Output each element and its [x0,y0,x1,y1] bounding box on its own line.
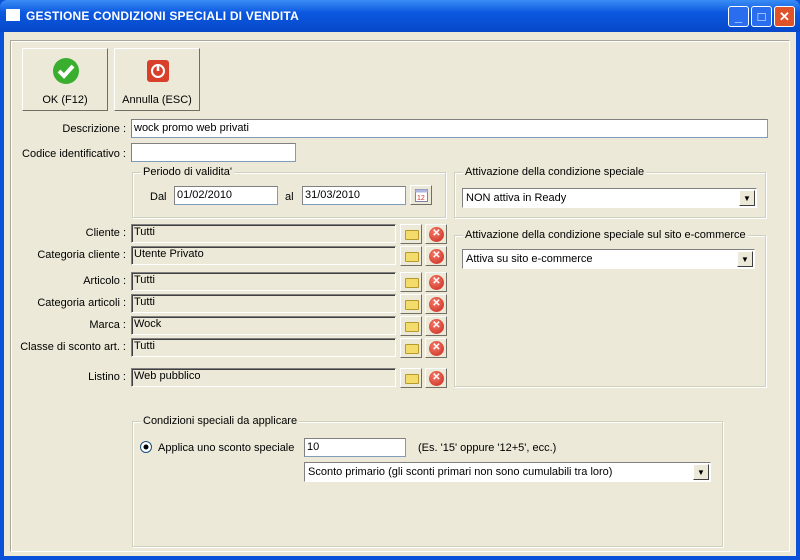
folder-icon [405,278,419,288]
classe-sconto-clear-button[interactable]: ✕ [425,338,447,358]
marca-clear-button[interactable]: ✕ [425,316,447,336]
dal-label: Dal [150,191,167,203]
chevron-down-icon[interactable]: ▼ [739,190,755,206]
descrizione-label: Descrizione : [62,123,126,135]
delete-icon: ✕ [429,319,444,334]
cliente-clear-button[interactable]: ✕ [425,224,447,244]
applica-sconto-radio[interactable] [140,441,152,453]
attivazione-value: NON attiva in Ready [466,192,567,204]
descrizione-input[interactable]: wock promo web privati [131,119,768,138]
attivazione-legend: Attivazione della condizione speciale [463,166,647,178]
delete-icon: ✕ [429,249,444,264]
delete-icon: ✕ [429,227,444,242]
listino-label: Listino : [88,371,126,383]
attivazione-ecommerce-value: Attiva su sito e-commerce [466,253,593,265]
cliente-label: Cliente : [85,227,126,239]
articolo-label: Articolo : [83,275,126,287]
categoria-articoli-label: Categoria articoli : [37,297,126,309]
folder-icon [405,300,419,310]
delete-icon: ✕ [429,371,444,386]
svg-text:12: 12 [417,195,425,202]
articolo-browse-button[interactable] [400,272,422,292]
articolo-clear-button[interactable]: ✕ [425,272,447,292]
tipo-sconto-select[interactable]: Sconto primario (gli sconti primari non … [304,462,711,482]
classe-sconto-field: Tutti [131,338,396,357]
marca-browse-button[interactable] [400,316,422,336]
cancel-label: Annulla (ESC) [122,94,192,106]
attivazione-ecommerce-select[interactable]: Attiva su sito e-commerce ▼ [462,249,755,269]
periodo-legend: Periodo di validita' [141,166,234,178]
ok-label: OK (F12) [42,94,88,106]
folder-icon [405,374,419,384]
calendar-icon: 12 [415,189,428,202]
al-label: al [285,191,294,203]
delete-icon: ✕ [429,341,444,356]
dal-date-input[interactable]: 01/02/2010 [174,186,278,205]
attivazione-ecommerce-legend: Attivazione della condizione speciale su… [463,229,748,241]
calendar-button[interactable]: 12 [410,185,432,205]
classe-sconto-browse-button[interactable] [400,338,422,358]
categoria-cliente-browse-button[interactable] [400,246,422,266]
listino-clear-button[interactable]: ✕ [425,368,447,388]
close-button[interactable]: ✕ [774,6,795,27]
cancel-button[interactable]: Annulla (ESC) [114,48,200,111]
categoria-cliente-clear-button[interactable]: ✕ [425,246,447,266]
chevron-down-icon[interactable]: ▼ [737,251,753,267]
cliente-field: Tutti [131,224,396,243]
applica-sconto-label[interactable]: Applica uno sconto speciale [158,442,294,454]
delete-icon: ✕ [429,297,444,312]
cliente-browse-button[interactable] [400,224,422,244]
articolo-field: Tutti [131,272,396,291]
condizioni-legend: Condizioni speciali da applicare [141,415,300,427]
codice-input[interactable] [131,143,296,162]
classe-sconto-label: Classe di sconto art. : [20,341,126,353]
maximize-button[interactable]: □ [751,6,772,27]
folder-icon [405,252,419,262]
categoria-cliente-label: Categoria cliente : [37,249,126,261]
listino-field: Web pubblico [131,368,396,387]
marca-field: Wock [131,316,396,335]
categoria-articoli-clear-button[interactable]: ✕ [425,294,447,314]
categoria-articoli-browse-button[interactable] [400,294,422,314]
tipo-sconto-value: Sconto primario (gli sconti primari non … [308,466,613,478]
checkmark-icon [53,58,79,84]
folder-icon [405,322,419,332]
title-bar[interactable]: GESTIONE CONDIZIONI SPECIALI DI VENDITA … [0,0,800,32]
sconto-hint: (Es. '15' oppure '12+5', ecc.) [418,442,557,454]
al-date-input[interactable]: 31/03/2010 [302,186,406,205]
app-icon [6,9,20,21]
listino-browse-button[interactable] [400,368,422,388]
power-icon [147,60,169,82]
categoria-cliente-field: Utente Privato [131,246,396,265]
marca-label: Marca : [89,319,126,331]
chevron-down-icon[interactable]: ▼ [693,464,709,480]
attivazione-select[interactable]: NON attiva in Ready ▼ [462,188,757,208]
folder-icon [405,344,419,354]
codice-label: Codice identificativo : [22,148,126,160]
minimize-button[interactable]: _ [728,6,749,27]
ok-button[interactable]: OK (F12) [22,48,108,111]
delete-icon: ✕ [429,275,444,290]
folder-icon [405,230,419,240]
categoria-articoli-field: Tutti [131,294,396,313]
window-title: GESTIONE CONDIZIONI SPECIALI DI VENDITA [26,9,299,23]
sconto-input[interactable]: 10 [304,438,406,457]
condizioni-group: Condizioni speciali da applicare [132,415,723,547]
